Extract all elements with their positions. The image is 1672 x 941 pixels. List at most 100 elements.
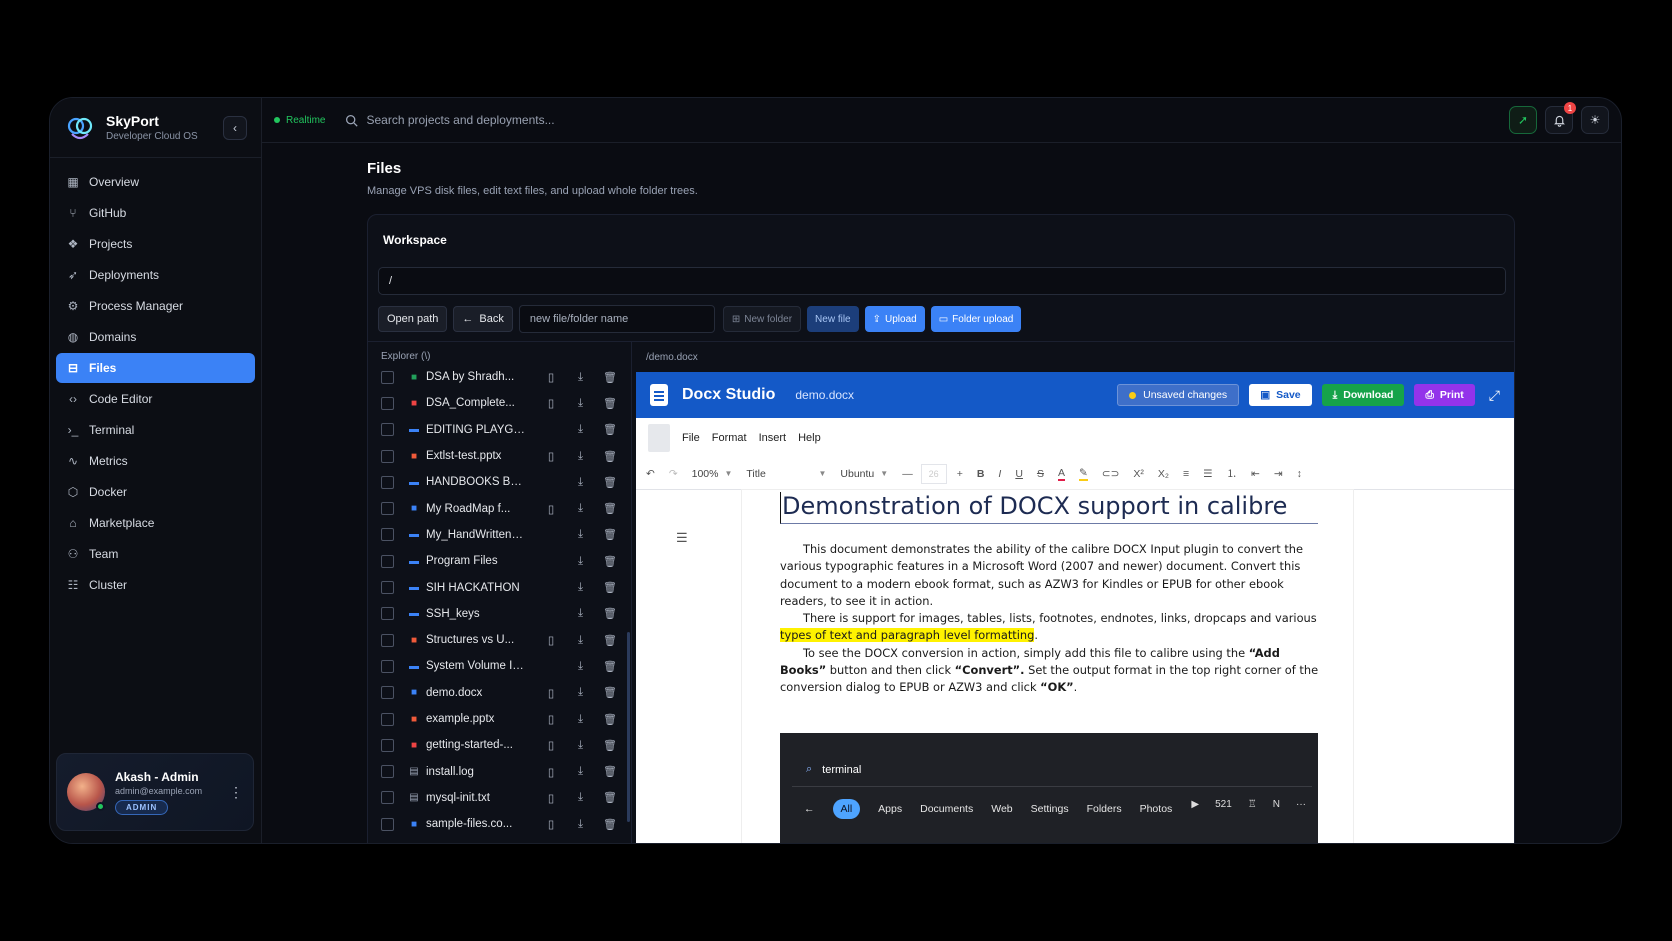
strikethrough-icon[interactable]: S (1037, 468, 1044, 480)
trash-icon[interactable]: 🗑︎ (603, 581, 617, 595)
new-folder-button[interactable]: ⊞ New folder (722, 306, 802, 332)
file-checkbox[interactable] (381, 791, 394, 805)
trash-icon[interactable]: 🗑︎ (603, 502, 617, 516)
file-row[interactable]: ▤ install.log ▯ ⤓ 🗑︎ (368, 758, 631, 784)
edit-file-icon[interactable]: ▯ (544, 817, 558, 831)
menu-help[interactable]: Help (798, 432, 821, 444)
sidebar-item-github[interactable]: ⑂ GitHub (56, 198, 255, 228)
redo-icon[interactable]: ↷ (669, 468, 678, 480)
new-file-button[interactable]: New file (807, 306, 859, 332)
sidebar-item-process-manager[interactable]: ⚙ Process Manager (56, 291, 255, 321)
file-row[interactable]: ■ DSA_Complete... ▯ ⤓ 🗑︎ (368, 390, 631, 416)
file-checkbox[interactable] (381, 370, 394, 384)
sidebar-item-team[interactable]: ⚇ Team (56, 539, 255, 569)
trash-icon[interactable]: 🗑︎ (603, 791, 617, 805)
user-card[interactable]: Akash - Admin admin@example.com ADMIN ⋮ (56, 753, 254, 831)
download-icon[interactable]: ⤓ (574, 817, 588, 831)
font-size-increase-icon[interactable]: + (957, 468, 963, 480)
menu-file[interactable]: File (682, 432, 700, 444)
italic-icon[interactable]: I (998, 468, 1001, 480)
outdent-icon[interactable]: ⇤ (1251, 468, 1260, 480)
file-row[interactable]: ▬SSH_keys▯⤓🗑︎ (368, 601, 631, 627)
outline-icon[interactable]: ☰ (676, 530, 688, 546)
sidebar-item-domains[interactable]: ◍ Domains (56, 322, 255, 352)
sidebar-item-docker[interactable]: ⬡ Docker (56, 477, 255, 507)
file-checkbox[interactable] (381, 581, 394, 595)
download-icon[interactable]: ⤓ (574, 396, 588, 410)
trash-icon[interactable]: 🗑︎ (603, 449, 617, 463)
save-button[interactable]: ▣ Save (1249, 384, 1312, 406)
file-row[interactable]: ▬EDITING PLAYGRO...▯⤓🗑︎ (368, 417, 631, 443)
explorer-scrollbar[interactable] (627, 632, 630, 822)
sidebar-item-terminal[interactable]: ›_ Terminal (56, 415, 255, 445)
edit-file-icon[interactable]: ▯ (544, 765, 558, 779)
file-checkbox[interactable] (381, 633, 394, 647)
file-row[interactable]: ■ example.pptx ▯ ⤓ 🗑︎ (368, 706, 631, 732)
edit-file-icon[interactable]: ▯ (544, 449, 558, 463)
file-checkbox[interactable] (381, 738, 394, 752)
document-page[interactable]: Demonstration of DOCX support in calibre… (742, 490, 1353, 843)
edit-file-icon[interactable]: ▯ (544, 791, 558, 805)
file-row[interactable]: ■ sample-files.co... ▯ ⤓ 🗑︎ (368, 811, 631, 837)
file-checkbox[interactable] (381, 765, 394, 779)
undo-icon[interactable]: ↶ (646, 468, 655, 480)
superscript-icon[interactable]: X² (1133, 468, 1144, 480)
style-select[interactable]: Title ▼ (746, 468, 826, 480)
edit-file-icon[interactable]: ▯ (544, 686, 558, 700)
file-row[interactable]: ▬Program Files▯⤓🗑︎ (368, 548, 631, 574)
sidebar-item-deployments[interactable]: ➶ Deployments (56, 260, 255, 290)
sidebar-item-metrics[interactable]: ∿ Metrics (56, 446, 255, 476)
collapse-sidebar-button[interactable]: ‹ (223, 115, 247, 140)
align-icon[interactable]: ≡ (1183, 468, 1189, 480)
print-button[interactable]: ⎙ Print (1414, 384, 1475, 406)
file-row[interactable]: ▬System Volume Infor...▯⤓🗑︎ (368, 653, 631, 679)
upload-button[interactable]: ⇪ Upload (864, 306, 925, 332)
file-checkbox[interactable] (381, 817, 394, 831)
file-checkbox[interactable] (381, 554, 394, 568)
trash-icon[interactable]: 🗑︎ (603, 686, 617, 700)
menu-format[interactable]: Format (712, 432, 747, 444)
sidebar-item-files[interactable]: ⊟ Files (56, 353, 255, 383)
name-input[interactable]: new file/folder name (518, 305, 715, 333)
file-checkbox[interactable] (381, 686, 394, 700)
folder-upload-button[interactable]: ▭ Folder upload (930, 306, 1022, 332)
underline-icon[interactable]: U (1015, 468, 1023, 480)
file-checkbox[interactable] (381, 659, 394, 673)
download-icon[interactable]: ⤓ (574, 686, 588, 700)
sidebar-item-marketplace[interactable]: ⌂ Marketplace (56, 508, 255, 538)
file-checkbox[interactable] (381, 449, 394, 463)
edit-file-icon[interactable]: ▯ (544, 738, 558, 752)
search-input[interactable]: Search projects and deployments... (339, 105, 1501, 135)
file-checkbox[interactable] (381, 423, 394, 437)
fullscreen-icon[interactable]: ⤢ (1489, 387, 1500, 404)
indent-icon[interactable]: ⇥ (1274, 468, 1283, 480)
trash-icon[interactable]: 🗑︎ (603, 396, 617, 410)
download-icon[interactable]: ⤓ (574, 423, 588, 437)
download-icon[interactable]: ⤓ (574, 449, 588, 463)
trash-icon[interactable]: 🗑︎ (603, 607, 617, 621)
link-icon[interactable]: ⊂⊃ (1102, 468, 1120, 480)
edit-file-icon[interactable]: ▯ (544, 633, 558, 647)
trash-icon[interactable]: 🗑︎ (603, 817, 617, 831)
trash-icon[interactable]: 🗑︎ (603, 633, 617, 647)
subscript-icon[interactable]: X₂ (1158, 468, 1169, 480)
download-icon[interactable]: ⤓ (574, 765, 588, 779)
trash-icon[interactable]: 🗑︎ (603, 475, 617, 489)
sidebar-item-cluster[interactable]: ☷ Cluster (56, 570, 255, 600)
path-input[interactable]: / (378, 267, 1506, 295)
notifications-button[interactable]: 1 (1545, 102, 1576, 134)
zoom-select[interactable]: 100% ▼ (692, 468, 733, 480)
file-row[interactable]: ■ My RoadMap f... ▯ ⤓ 🗑︎ (368, 495, 631, 521)
sidebar-item-projects[interactable]: ❖ Projects (56, 229, 255, 259)
file-row[interactable]: ▬HANDBOOKS BY HA...▯⤓🗑︎ (368, 469, 631, 495)
edit-file-icon[interactable]: ▯ (544, 396, 558, 410)
trash-icon[interactable]: 🗑︎ (603, 765, 617, 779)
trash-icon[interactable]: 🗑︎ (603, 659, 617, 673)
trash-icon[interactable]: 🗑︎ (603, 370, 617, 384)
file-row[interactable]: ■ DSA by Shradh... ▯ ⤓ 🗑︎ (368, 364, 631, 390)
file-row[interactable]: ▬SIH HACKATHON▯⤓🗑︎ (368, 574, 631, 600)
trash-icon[interactable]: 🗑︎ (603, 738, 617, 752)
file-checkbox[interactable] (381, 712, 394, 726)
trash-icon[interactable]: 🗑︎ (603, 423, 617, 437)
edit-file-icon[interactable]: ▯ (544, 370, 558, 384)
